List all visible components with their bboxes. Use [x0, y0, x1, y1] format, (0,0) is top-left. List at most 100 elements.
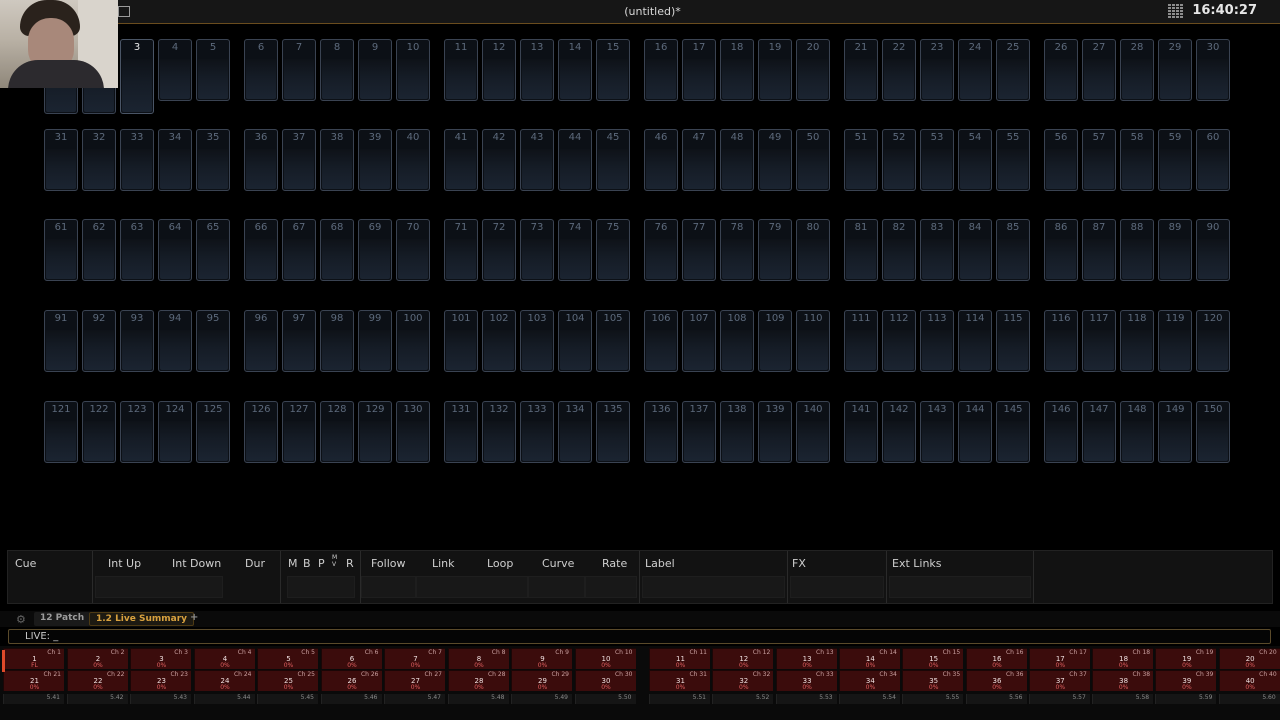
channel-125[interactable]: 125: [196, 401, 230, 463]
timing-cell[interactable]: [95, 576, 223, 598]
live-channel-cell[interactable]: Ch 7 7 0%: [384, 648, 445, 669]
gear-icon[interactable]: ⚙: [16, 613, 26, 626]
channel-11[interactable]: 11: [444, 39, 478, 101]
channel-126[interactable]: 126: [244, 401, 278, 463]
channel-67[interactable]: 67: [282, 219, 316, 281]
live-channel-cell[interactable]: Ch 20 20 0%: [1218, 648, 1280, 669]
channel-144[interactable]: 144: [958, 401, 992, 463]
channel-127[interactable]: 127: [282, 401, 316, 463]
live-channel-cell[interactable]: Ch 27 27 0%: [384, 670, 445, 691]
channel-146[interactable]: 146: [1044, 401, 1078, 463]
channel-103[interactable]: 103: [520, 310, 554, 372]
channel-26[interactable]: 26: [1044, 39, 1078, 101]
live-channel-cell[interactable]: Ch 37 37 0%: [1028, 670, 1090, 691]
channel-15[interactable]: 15: [596, 39, 630, 101]
follow-cell[interactable]: [361, 576, 416, 598]
channel-36[interactable]: 36: [244, 129, 278, 191]
live-channel-cell[interactable]: Ch 26 26 0%: [320, 670, 382, 691]
channel-86[interactable]: 86: [1044, 219, 1078, 281]
channel-7[interactable]: 7: [282, 39, 316, 101]
channel-54[interactable]: 54: [958, 129, 992, 191]
channel-70[interactable]: 70: [396, 219, 430, 281]
channel-133[interactable]: 133: [520, 401, 554, 463]
live-channel-cell[interactable]: Ch 33 33 0%: [775, 670, 837, 691]
channel-128[interactable]: 128: [320, 401, 354, 463]
channel-23[interactable]: 23: [920, 39, 954, 101]
channel-46[interactable]: 46: [644, 129, 678, 191]
live-channel-cell[interactable]: Ch 8 8 0%: [447, 648, 509, 669]
channel-5[interactable]: 5: [196, 39, 230, 101]
channel-53[interactable]: 53: [920, 129, 954, 191]
channel-62[interactable]: 62: [82, 219, 116, 281]
channel-55[interactable]: 55: [996, 129, 1030, 191]
live-channel-cell[interactable]: Ch 18 18 0%: [1092, 648, 1154, 669]
channel-102[interactable]: 102: [482, 310, 516, 372]
add-tab-button[interactable]: +: [184, 611, 204, 625]
live-channel-cell[interactable]: Ch 39 39 0%: [1155, 670, 1217, 691]
channel-142[interactable]: 142: [882, 401, 916, 463]
channel-78[interactable]: 78: [720, 219, 754, 281]
channel-3[interactable]: 3: [120, 39, 154, 114]
live-channel-cell[interactable]: Ch 31 31 0%: [649, 670, 710, 691]
channel-44[interactable]: 44: [558, 129, 592, 191]
channel-110[interactable]: 110: [796, 310, 830, 372]
channel-16[interactable]: 16: [644, 39, 678, 101]
live-channel-cell[interactable]: Ch 32 32 0%: [712, 670, 774, 691]
channel-69[interactable]: 69: [358, 219, 392, 281]
channel-51[interactable]: 51: [844, 129, 878, 191]
channel-83[interactable]: 83: [920, 219, 954, 281]
channel-35[interactable]: 35: [196, 129, 230, 191]
channel-85[interactable]: 85: [996, 219, 1030, 281]
displays-grid-icon[interactable]: [1168, 4, 1184, 18]
channel-143[interactable]: 143: [920, 401, 954, 463]
live-channel-cell[interactable]: Ch 2 2 0%: [66, 648, 128, 669]
live-channel-cell[interactable]: Ch 23 23 0%: [130, 670, 191, 691]
channel-91[interactable]: 91: [44, 310, 78, 372]
live-channel-cell[interactable]: Ch 30 30 0%: [574, 670, 636, 691]
channel-25[interactable]: 25: [996, 39, 1030, 101]
tab-live-summary[interactable]: 1.2 Live Summary: [89, 612, 195, 626]
channel-106[interactable]: 106: [644, 310, 678, 372]
channel-134[interactable]: 134: [558, 401, 592, 463]
channel-63[interactable]: 63: [120, 219, 154, 281]
channel-47[interactable]: 47: [682, 129, 716, 191]
label-cell[interactable]: [642, 576, 785, 598]
channel-66[interactable]: 66: [244, 219, 278, 281]
channel-131[interactable]: 131: [444, 401, 478, 463]
channel-135[interactable]: 135: [596, 401, 630, 463]
channel-79[interactable]: 79: [758, 219, 792, 281]
channel-123[interactable]: 123: [120, 401, 154, 463]
channel-64[interactable]: 64: [158, 219, 192, 281]
channel-57[interactable]: 57: [1082, 129, 1116, 191]
live-channel-cell[interactable]: Ch 24 24 0%: [193, 670, 255, 691]
channel-20[interactable]: 20: [796, 39, 830, 101]
curve-header[interactable]: Curve: [542, 557, 574, 570]
channel-104[interactable]: 104: [558, 310, 592, 372]
channel-111[interactable]: 111: [844, 310, 878, 372]
live-channel-cell[interactable]: Ch 12 12 0%: [712, 648, 774, 669]
live-channel-cell[interactable]: Ch 6 6 0%: [320, 648, 382, 669]
channel-42[interactable]: 42: [482, 129, 516, 191]
channel-45[interactable]: 45: [596, 129, 630, 191]
channel-22[interactable]: 22: [882, 39, 916, 101]
channel-88[interactable]: 88: [1120, 219, 1154, 281]
channel-148[interactable]: 148: [1120, 401, 1154, 463]
channel-32[interactable]: 32: [82, 129, 116, 191]
channel-33[interactable]: 33: [120, 129, 154, 191]
channel-81[interactable]: 81: [844, 219, 878, 281]
channel-99[interactable]: 99: [358, 310, 392, 372]
live-channel-cell[interactable]: Ch 15 15 0%: [902, 648, 964, 669]
channel-136[interactable]: 136: [644, 401, 678, 463]
live-channel-cell[interactable]: Ch 21 21 0%: [3, 670, 64, 691]
channel-101[interactable]: 101: [444, 310, 478, 372]
int-down-header[interactable]: Int Down: [172, 557, 221, 570]
channel-28[interactable]: 28: [1120, 39, 1154, 101]
channel-94[interactable]: 94: [158, 310, 192, 372]
r-header[interactable]: R: [346, 557, 354, 570]
channel-48[interactable]: 48: [720, 129, 754, 191]
channel-115[interactable]: 115: [996, 310, 1030, 372]
channel-65[interactable]: 65: [196, 219, 230, 281]
live-channel-cell[interactable]: Ch 9 9 0%: [511, 648, 572, 669]
ext-links-cell[interactable]: [889, 576, 1031, 598]
rate-header[interactable]: Rate: [602, 557, 627, 570]
